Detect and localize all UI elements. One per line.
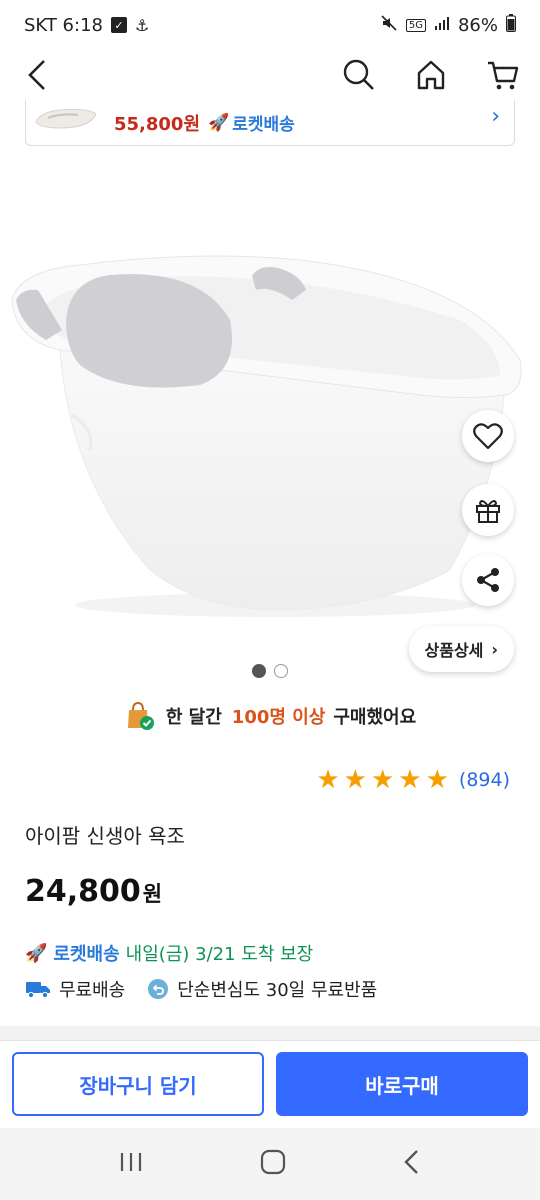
product-rating[interactable]: ★ ★ ★ ★ ★ (894) xyxy=(316,767,510,793)
rocket-icon: 🚀 xyxy=(208,112,230,133)
delivery-info: 🚀 로켓배송 내일(금) 3/21 도착 보장 xyxy=(25,940,313,966)
add-to-cart-button[interactable]: 장바구니 담기 xyxy=(12,1052,264,1116)
benefits-row: 무료배송 단순변심도 30일 무료반품 xyxy=(25,976,377,1002)
buyers-prefix: 한 달간 xyxy=(165,707,222,728)
system-navigation-bar xyxy=(0,1128,540,1200)
heart-icon xyxy=(473,423,503,450)
return-icon xyxy=(148,979,169,999)
share-icon xyxy=(477,568,499,592)
arrival-guarantee: 내일(금) 3/21 도착 보장 xyxy=(125,944,314,965)
cart-icon[interactable] xyxy=(484,56,522,94)
product-image[interactable] xyxy=(0,150,540,650)
purchase-action-bar: 장바구니 담기 바로구매 xyxy=(0,1040,540,1128)
price-amount: 24,800 xyxy=(25,874,141,909)
product-detail-label: 상품상세 xyxy=(424,641,484,660)
product-price: 24,800원 xyxy=(25,874,162,909)
back-icon[interactable] xyxy=(18,56,56,94)
chevron-right-icon: › xyxy=(491,104,500,129)
buyers-suffix: 구매했어요 xyxy=(333,707,417,728)
network-type: 5G xyxy=(405,18,426,32)
star-icon: ★ xyxy=(370,765,395,795)
buyers-highlight: 100명 이상 xyxy=(231,707,326,728)
purchase-count-notice: 한 달간 100명 이상 구매했어요 xyxy=(0,700,540,732)
chevron-right-icon: › xyxy=(491,639,498,659)
related-product-price: 55,800원 xyxy=(114,113,201,135)
back-button-icon[interactable] xyxy=(402,1149,422,1179)
app-notification-icon: ⚓ xyxy=(134,15,150,35)
carousel-dot-1[interactable] xyxy=(252,664,266,678)
top-navigation xyxy=(0,50,540,100)
star-icon: ★ xyxy=(343,765,367,795)
signal-icon xyxy=(434,15,450,36)
product-title: 아이팜 신생아 욕조 xyxy=(25,824,185,848)
related-product-thumbnail xyxy=(35,109,97,129)
gift-icon xyxy=(476,500,500,523)
gift-button[interactable] xyxy=(462,484,514,536)
home-icon[interactable] xyxy=(412,56,450,94)
star-icon: ★ xyxy=(398,765,422,795)
share-button[interactable] xyxy=(462,554,514,606)
image-carousel-indicator xyxy=(0,664,540,678)
rocket-delivery-label: 로켓배송 xyxy=(53,944,120,965)
status-bar: SKT 6:18 ✓ ⚓ 5G 86% xyxy=(0,0,540,50)
check-notification-icon: ✓ xyxy=(110,17,127,33)
buy-now-button[interactable]: 바로구매 xyxy=(276,1052,528,1116)
section-divider xyxy=(0,1026,540,1040)
battery-level: 86% xyxy=(457,14,498,36)
search-icon[interactable] xyxy=(340,56,378,94)
truck-icon xyxy=(26,982,50,999)
wishlist-button[interactable] xyxy=(462,410,514,462)
related-product-banner[interactable]: 55,800원 🚀 로켓배송 › xyxy=(25,100,515,146)
home-button-icon[interactable] xyxy=(260,1149,286,1179)
battery-icon xyxy=(506,13,516,37)
mute-icon xyxy=(380,14,398,37)
free-return-label: 단순변심도 30일 무료반품 xyxy=(177,980,378,1001)
star-icon: ★ xyxy=(425,765,449,795)
review-count[interactable]: (894) xyxy=(459,769,510,791)
rocket-delivery-label: 로켓배송 xyxy=(232,115,295,135)
rocket-icon: 🚀 xyxy=(25,942,48,964)
carrier-time: SKT 6:18 xyxy=(24,14,103,36)
price-currency: 원 xyxy=(142,882,163,906)
carousel-dot-2[interactable] xyxy=(274,664,288,678)
recent-apps-icon[interactable] xyxy=(118,1150,144,1178)
star-icon: ★ xyxy=(316,765,340,795)
free-shipping-label: 무료배송 xyxy=(59,980,126,1001)
shopping-bag-check-icon xyxy=(127,701,154,730)
